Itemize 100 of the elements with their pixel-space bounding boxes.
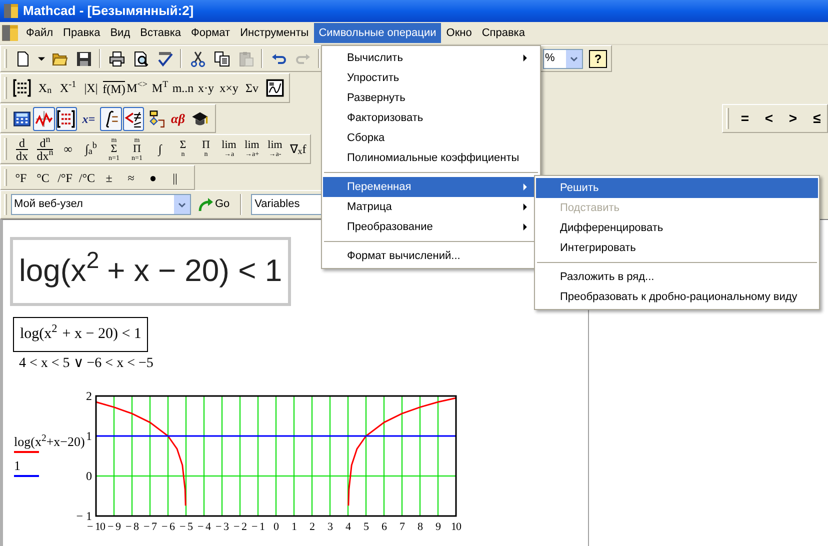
axis-tick-label: − 4 — [198, 521, 210, 533]
menu-item[interactable]: Развернуть — [323, 88, 539, 108]
menu-item[interactable]: Преобразовать к дробно-рациональному виду — [536, 287, 818, 307]
unit-button[interactable]: °F — [11, 168, 31, 188]
operator-button[interactable]: > — [787, 108, 799, 130]
menu-item[interactable]: Дифференцировать — [536, 218, 818, 238]
matrix-toolbar-button[interactable] — [56, 106, 77, 130]
axis-tick-label: 6 — [382, 521, 386, 533]
math-symbol-button[interactable]: x·y — [195, 76, 217, 100]
unit-button[interactable]: /°C — [77, 168, 97, 188]
graph-icon — [34, 110, 53, 128]
unit-button[interactable]: ≈ — [121, 168, 141, 188]
menu-item-label: Переменная — [347, 180, 412, 195]
calculator-icon — [12, 110, 31, 128]
axis-tick-label: 2 — [310, 521, 314, 533]
folder-icon — [52, 50, 68, 66]
menu-item[interactable]: Инструменты — [235, 23, 314, 43]
caret-icon — [38, 56, 44, 60]
graduation-cap-icon — [191, 110, 210, 128]
axis-tick-label: 10 — [451, 521, 461, 533]
calculus-operator-button[interactable]: ∇$_{x}$f — [287, 135, 309, 163]
window-title: Mathcad - [Безымянный:2] — [23, 2, 194, 20]
calculus-operator-button[interactable]: d dx — [11, 135, 33, 163]
chart-picture-icon — [266, 79, 284, 97]
menu-item[interactable]: Формат — [186, 23, 236, 43]
axis-tick-label: − 5 — [180, 521, 192, 533]
menu-item-label: Преобразование — [347, 220, 433, 235]
axis-tick-label: 4 — [346, 521, 350, 533]
math-symbol-button[interactable]: M$^{<>}$ — [126, 76, 148, 100]
math-symbol-button[interactable]: |X| — [80, 76, 102, 100]
calculus-operator-button[interactable]: ∞ — [57, 135, 79, 163]
menu-item[interactable]: Вставка — [135, 23, 186, 43]
math-symbol-button[interactable]: Σv — [241, 76, 263, 100]
flowchart-icon — [146, 110, 165, 128]
copy-icon — [214, 50, 230, 66]
menu-item[interactable]: Разложить в ряд... — [536, 267, 818, 287]
unit-button[interactable]: ● — [143, 168, 163, 188]
axis-tick-label: − 1 — [76, 509, 92, 523]
menu-item[interactable]: Факторизовать — [323, 108, 539, 128]
website-combo-box[interactable]: Мой веб-узел — [11, 194, 191, 215]
menu-item[interactable]: Правка — [58, 23, 106, 43]
legend-label: log(x$^{2}$+x−20) — [14, 432, 85, 451]
math-symbol-button[interactable]: M$^{T}$ — [149, 76, 171, 100]
matrix-icon — [57, 110, 76, 128]
math-symbol-button[interactable]: m..n — [172, 76, 194, 100]
unit-button[interactable]: °C — [33, 168, 53, 188]
menu-item-label: Вычислить — [347, 50, 403, 66]
menu-item[interactable]: Вычислить — [323, 48, 539, 68]
menu-item[interactable]: Сборка — [323, 128, 539, 148]
axis-tick-label: 7 — [400, 521, 404, 533]
menu-item[interactable]: Окно — [441, 23, 477, 43]
unit-button[interactable]: || — [165, 168, 185, 188]
axis-tick-label: 8 — [418, 521, 422, 533]
legend-label: 1 — [14, 457, 20, 475]
axis-tick-label: 0 — [86, 469, 92, 483]
expression-image: log(x$^{2}$ + x − 20) < 1 — [10, 237, 291, 306]
axis-tick-label: 0 — [274, 521, 278, 533]
go-button[interactable]: Go — [196, 194, 231, 215]
menu-item[interactable]: Вид — [105, 23, 136, 43]
operator-button[interactable]: < — [763, 108, 775, 130]
unit-button[interactable]: /°F — [55, 168, 75, 188]
axis-tick-label: − 2 — [234, 521, 246, 533]
axis-tick-label: 9 — [436, 521, 440, 533]
math-symbol-button[interactable]: X$^{-1}$ — [57, 76, 79, 100]
menu-item[interactable]: Решить — [536, 178, 818, 198]
axis-tick-label: 1 — [86, 429, 92, 443]
spell-check-icon — [156, 50, 172, 66]
evaluate-button[interactable]: x= — [78, 106, 100, 130]
help-button[interactable]: ? — [589, 50, 607, 68]
menu-item[interactable]: Полиномиальные коэффициенты — [323, 148, 539, 168]
vectorize-button[interactable]: f(M) — [103, 76, 125, 100]
axis-tick-label: − 7 — [144, 521, 156, 533]
curved-arrow-icon — [198, 196, 214, 212]
calculus-toolbar-button[interactable] — [100, 106, 122, 130]
menu-item[interactable]: Файл — [21, 23, 58, 43]
symbolic-result: 4 < x < 5 ∨ −6 < x < −5 — [19, 355, 154, 373]
unit-button[interactable]: ± — [99, 168, 119, 188]
page-icon — [14, 50, 30, 66]
greek-toolbar-button[interactable]: αβ — [167, 106, 189, 130]
menu-item[interactable]: Интегрировать — [536, 238, 818, 258]
axis-tick-label: − 3 — [216, 521, 228, 533]
app-logo-icon — [3, 3, 19, 19]
axis-tick-label: 2 — [86, 389, 92, 403]
math-expression[interactable]: log(x$^{2}$ + x − 20) < 1 — [13, 317, 148, 352]
graph-toolbar-button[interactable] — [33, 106, 55, 130]
matrix-icon — [13, 79, 31, 97]
zoom-combo-box[interactable]: % — [543, 48, 583, 68]
calculus-operator-button[interactable]: d$^{n}$ dx$^{n}$ — [34, 135, 56, 163]
menu-item[interactable]: Справка — [476, 23, 530, 43]
operator-button[interactable]: ≤ — [811, 108, 823, 130]
magnifier-page-icon — [132, 50, 148, 66]
boolean-toolbar-button[interactable] — [122, 106, 144, 130]
operator-button[interactable]: = — [739, 108, 751, 130]
menu-item[interactable]: Упростить — [323, 68, 539, 88]
app-logo-icon — [1, 24, 19, 42]
menu-item[interactable]: Символьные операции — [314, 23, 442, 43]
calculus-operator-button[interactable]: ∫ — [149, 135, 171, 163]
math-symbol-button[interactable]: X$_{n}$ — [34, 76, 56, 100]
axis-tick-label: − 1 — [252, 521, 264, 533]
math-symbol-button[interactable]: x×y — [218, 76, 240, 100]
